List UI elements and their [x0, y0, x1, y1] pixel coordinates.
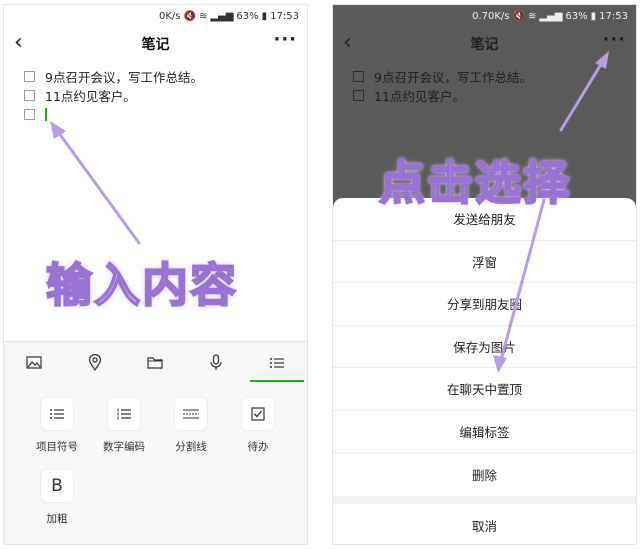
note-menu-screen: 0.70K/s 🔇 ≋ ▂▄▆ 63% ▮ 17:53 ‹ 笔记 ··· 9点召…: [332, 4, 637, 545]
todo-item[interactable]: 9点召开会议，写工作总结。: [24, 67, 307, 86]
insert-file-button[interactable]: [130, 342, 180, 384]
cancel-button[interactable]: 取消: [333, 504, 636, 545]
todo-label: 待办: [247, 441, 269, 453]
network-speed: 0.70K/s: [472, 10, 510, 22]
numbered-list-label: 数字编码: [103, 441, 145, 453]
network-speed: 0K/s: [159, 10, 181, 22]
bullet-list-option[interactable]: 项目符号: [24, 397, 90, 454]
bullet-list-button[interactable]: [40, 397, 74, 431]
mic-icon: [210, 354, 222, 370]
todo-list: 9点召开会议，写工作总结。 11点约见客户。: [4, 61, 307, 124]
todo-text[interactable]: 11点约见客户。: [45, 86, 136, 105]
checkbox[interactable]: [24, 90, 35, 101]
folder-icon: [147, 357, 164, 369]
page-title: 笔记: [141, 37, 170, 53]
battery-level: 63%: [565, 10, 588, 22]
insert-location-button[interactable]: [70, 342, 120, 384]
divider-label: 分割线: [175, 441, 207, 453]
menu-pin-in-chat[interactable]: 在聊天中置顶: [333, 368, 636, 411]
numbered-list-option[interactable]: 数字编码: [91, 397, 157, 454]
todo-item[interactable]: 11点约见客户。: [353, 86, 636, 105]
numbered-list-button[interactable]: [107, 397, 141, 431]
divider-icon: [183, 409, 199, 419]
bold-option[interactable]: B 加粗: [24, 469, 90, 526]
annotation-input-content: 输入内容: [45, 257, 238, 313]
bold-button[interactable]: B: [40, 469, 74, 503]
list-icon: [269, 357, 284, 368]
editor-toolbar: [4, 341, 307, 383]
bold-icon: B: [51, 476, 63, 496]
clock: 17:53: [270, 10, 299, 22]
menu-edit-tags[interactable]: 编辑标签: [333, 411, 636, 453]
menu-save-as-image[interactable]: 保存为图片: [333, 326, 636, 368]
insert-image-button[interactable]: [9, 342, 59, 384]
bullet-list-label: 项目符号: [36, 441, 78, 453]
todo-text[interactable]: 11点约见客户。: [374, 86, 465, 105]
more-options-icon[interactable]: ···: [273, 29, 297, 50]
checkbox-icon: [251, 407, 265, 421]
text-cursor: [45, 108, 47, 121]
battery-icon: ▮: [261, 10, 268, 22]
note-editor-screen: 0K/s 🔇 ≋ ▂▄▆ 63% ▮ 17:53 ‹ 笔记 ··· 9点召开会议…: [3, 4, 308, 545]
wifi-icon: ≋: [198, 10, 208, 22]
location-icon: [88, 354, 101, 371]
divider-option[interactable]: 分割线: [158, 397, 224, 454]
action-sheet: 发送给朋友 浮窗 分享到朋友圈 保存为图片 在聊天中置顶 编辑标签 删除 取消: [333, 198, 636, 544]
clock: 17:53: [599, 10, 628, 22]
checkbox[interactable]: [24, 71, 35, 82]
back-arrow-icon[interactable]: ‹: [343, 31, 352, 55]
todo-button[interactable]: [241, 397, 275, 431]
status-bar: 0.70K/s 🔇 ≋ ▂▄▆ 63% ▮ 17:53: [333, 5, 636, 27]
signal-icon: ▂▄▆: [210, 10, 234, 22]
more-options-icon[interactable]: ···: [602, 29, 626, 50]
title-bar: ‹ 笔记 ···: [4, 27, 307, 61]
voice-input-button[interactable]: [191, 342, 241, 384]
checkbox[interactable]: [353, 71, 364, 82]
menu-share-to-moments[interactable]: 分享到朋友圈: [333, 283, 636, 326]
bold-label: 加粗: [46, 513, 68, 525]
format-panel: 项目符号 数字编码 分割线 待办 B 加粗: [4, 383, 307, 544]
todo-text[interactable]: 9点召开会议，写工作总结。: [45, 67, 203, 86]
image-icon: [26, 356, 42, 369]
bullet-list-icon: [50, 409, 64, 419]
checkbox[interactable]: [24, 109, 35, 120]
format-list-button[interactable]: [249, 342, 304, 384]
todo-item-empty[interactable]: [24, 105, 307, 124]
todo-option[interactable]: 待办: [225, 397, 291, 454]
todo-item[interactable]: 9点召开会议，写工作总结。: [353, 67, 636, 86]
back-arrow-icon[interactable]: ‹: [14, 31, 23, 55]
menu-floating-window[interactable]: 浮窗: [333, 241, 636, 283]
status-bar: 0K/s 🔇 ≋ ▂▄▆ 63% ▮ 17:53: [4, 5, 307, 27]
numbered-list-icon: [117, 408, 131, 420]
checkbox[interactable]: [353, 90, 364, 101]
divider-button[interactable]: [174, 397, 208, 431]
battery-icon: ▮: [590, 10, 597, 22]
sheet-divider: [333, 495, 636, 504]
annotation-click-select: 点击选择: [378, 155, 571, 211]
battery-level: 63%: [236, 10, 259, 22]
title-bar: ‹ 笔记 ···: [333, 27, 636, 61]
todo-list: 9点召开会议，写工作总结。 11点约见客户。: [333, 61, 636, 105]
signal-icon: ▂▄▆: [539, 10, 563, 22]
todo-text[interactable]: 9点召开会议，写工作总结。: [374, 67, 532, 86]
wifi-icon: ≋: [527, 10, 537, 22]
menu-delete[interactable]: 删除: [333, 453, 636, 496]
mute-icon: 🔇: [512, 10, 525, 22]
page-title: 笔记: [470, 37, 499, 53]
mute-icon: 🔇: [183, 10, 196, 22]
todo-item[interactable]: 11点约见客户。: [24, 86, 307, 105]
